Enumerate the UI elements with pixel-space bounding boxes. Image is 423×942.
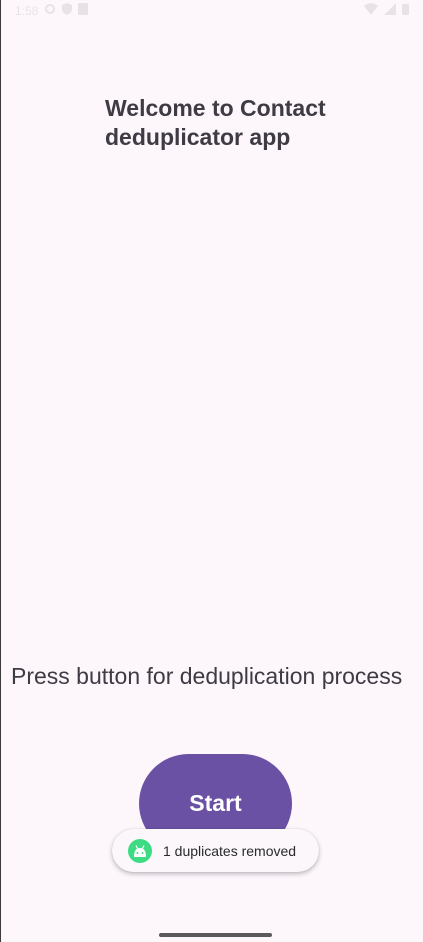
android-icon [128, 838, 152, 863]
battery-icon [402, 2, 409, 20]
wifi-icon [364, 2, 378, 20]
app-screen: 1:58 Welcome to Contact deduplicator app [0, 0, 423, 942]
status-bar: 1:58 [1, 0, 423, 22]
status-bar-left: 1:58 [15, 2, 89, 20]
home-indicator[interactable] [159, 933, 272, 937]
instruction-text: Press button for deduplication process [11, 663, 403, 689]
shield-icon [62, 2, 73, 20]
settings-icon [44, 2, 56, 20]
page-title: Welcome to Contact deduplicator app [105, 95, 326, 150]
status-time: 1:58 [15, 4, 39, 18]
status-bar-right [364, 2, 409, 20]
toast-notification: 1 duplicates removed [112, 829, 319, 872]
toast-message: 1 duplicates removed [163, 842, 297, 859]
signal-icon [384, 2, 396, 20]
sim-icon [78, 2, 89, 20]
